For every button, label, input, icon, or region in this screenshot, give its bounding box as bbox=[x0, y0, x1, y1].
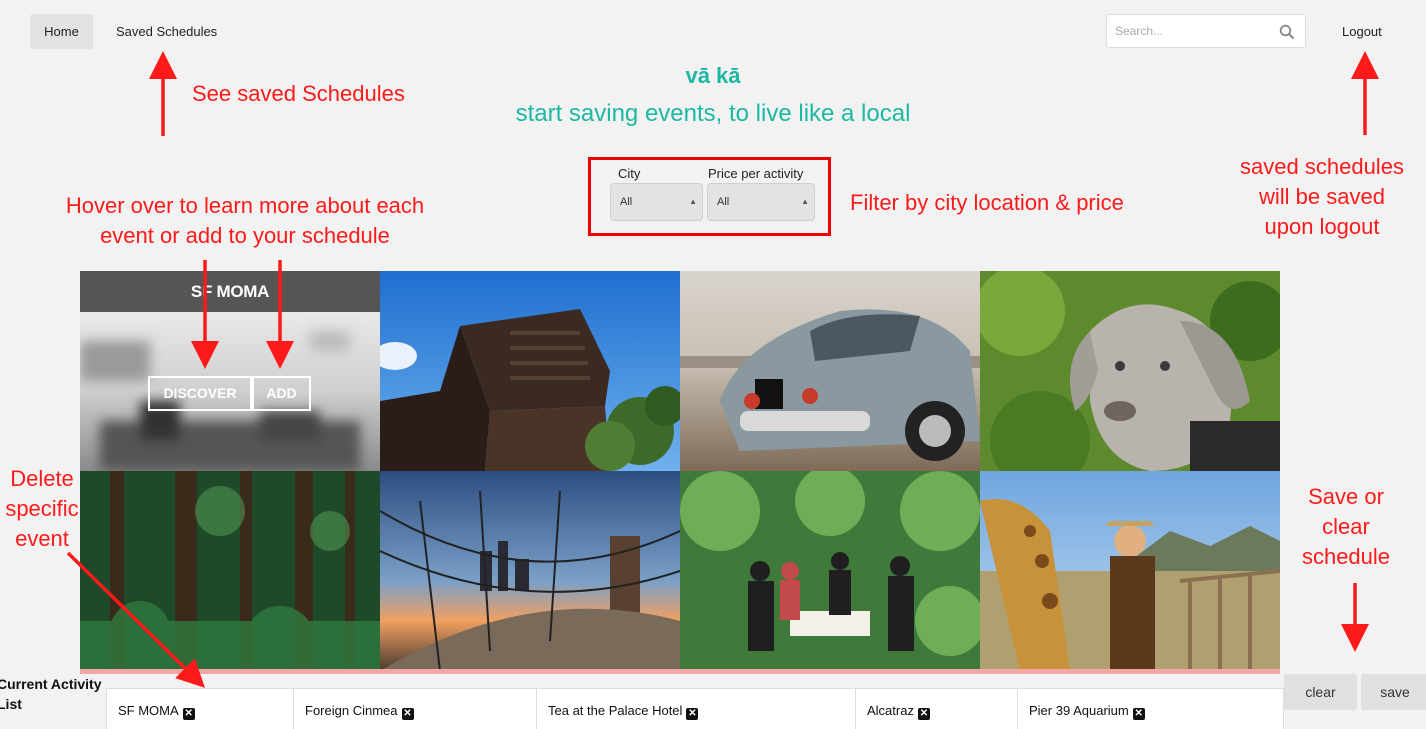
delete-icon[interactable]: ✕ bbox=[686, 708, 699, 720]
event-tile-bridge[interactable] bbox=[380, 471, 680, 671]
city-select-value: All bbox=[620, 196, 633, 208]
clear-button[interactable]: clear bbox=[1284, 674, 1357, 710]
discover-button[interactable]: DISCOVER bbox=[148, 376, 252, 411]
activity-name: Foreign Cinmea bbox=[305, 703, 398, 718]
delete-icon[interactable]: ✕ bbox=[182, 708, 195, 720]
event-tile-dog[interactable] bbox=[980, 271, 1280, 471]
activity-name: Pier 39 Aquarium bbox=[1029, 703, 1129, 718]
event-tile-tea[interactable] bbox=[680, 471, 980, 671]
activity-item: Pier 39 Aquarium ✕ bbox=[1018, 689, 1283, 729]
activity-item: SF MOMA ✕ bbox=[107, 689, 294, 729]
forest-image bbox=[80, 471, 380, 671]
search-input[interactable] bbox=[1115, 21, 1270, 41]
delete-icon[interactable]: ✕ bbox=[1132, 708, 1145, 720]
filter-highlight-box: City All ▲ Price per activity All ▲ bbox=[588, 157, 831, 236]
giraffe-image bbox=[980, 471, 1280, 671]
search-icon[interactable] bbox=[1279, 24, 1295, 40]
annotation-save-clear: Save or clear schedule bbox=[1301, 484, 1391, 569]
city-select[interactable]: All ▲ bbox=[610, 183, 703, 221]
annotation-saved: See saved Schedules bbox=[192, 81, 405, 106]
delete-icon[interactable]: ✕ bbox=[401, 708, 414, 720]
activity-list: SF MOMA ✕ Foreign Cinmea ✕ Tea at the Pala… bbox=[106, 688, 1284, 729]
annotation-logout: saved schedules will be saved upon logou… bbox=[1240, 154, 1404, 239]
price-select[interactable]: All ▲ bbox=[707, 183, 815, 221]
annotation-filter: Filter by city location & price bbox=[850, 190, 1124, 215]
activity-item: Foreign Cinmea ✕ bbox=[294, 689, 537, 729]
nav-saved-schedules-link[interactable]: Saved Schedules bbox=[116, 14, 217, 49]
save-button[interactable]: save bbox=[1361, 674, 1426, 710]
brooklyn-bridge-image bbox=[380, 471, 680, 671]
museum-tower-image bbox=[380, 271, 680, 471]
event-tile-museum[interactable] bbox=[380, 271, 680, 471]
city-label: City bbox=[618, 166, 641, 181]
select-arrows-icon: ▲ bbox=[801, 197, 809, 206]
event-tile-forest[interactable] bbox=[80, 471, 380, 671]
select-arrows-icon: ▲ bbox=[689, 197, 697, 206]
annotation-hover: Hover over to learn more about each even… bbox=[65, 193, 425, 248]
annotation-delete: Delete specific event bbox=[5, 466, 79, 551]
price-select-value: All bbox=[717, 196, 730, 208]
price-label: Price per activity bbox=[708, 166, 804, 181]
logout-link[interactable]: Logout bbox=[1342, 14, 1382, 49]
grid-bottom-strip bbox=[80, 669, 1280, 674]
current-activity-label: Current Activity List bbox=[0, 676, 102, 712]
activity-name: Tea at the Palace Hotel bbox=[548, 703, 683, 718]
add-button[interactable]: ADD bbox=[252, 376, 311, 411]
dog-image bbox=[980, 271, 1280, 471]
activity-item: Alcatraz ✕ bbox=[856, 689, 1018, 729]
event-grid: SF MOMA DISCOVER ADD bbox=[80, 271, 1280, 673]
event-tile-giraffe[interactable] bbox=[980, 471, 1280, 671]
search-box[interactable] bbox=[1106, 14, 1306, 48]
event-tile-sf-moma[interactable]: SF MOMA DISCOVER ADD bbox=[80, 271, 380, 471]
nav-home-button[interactable]: Home bbox=[30, 14, 93, 49]
tile-title: SF MOMA bbox=[80, 271, 380, 312]
activity-name: Alcatraz bbox=[867, 703, 914, 718]
tea-party-image bbox=[680, 471, 980, 671]
activity-item: Tea at the Palace Hotel ✕ bbox=[537, 689, 856, 729]
delete-icon[interactable]: ✕ bbox=[917, 708, 930, 720]
vintage-car-image bbox=[680, 271, 980, 471]
event-tile-car[interactable] bbox=[680, 271, 980, 471]
activity-name: SF MOMA bbox=[118, 703, 179, 718]
